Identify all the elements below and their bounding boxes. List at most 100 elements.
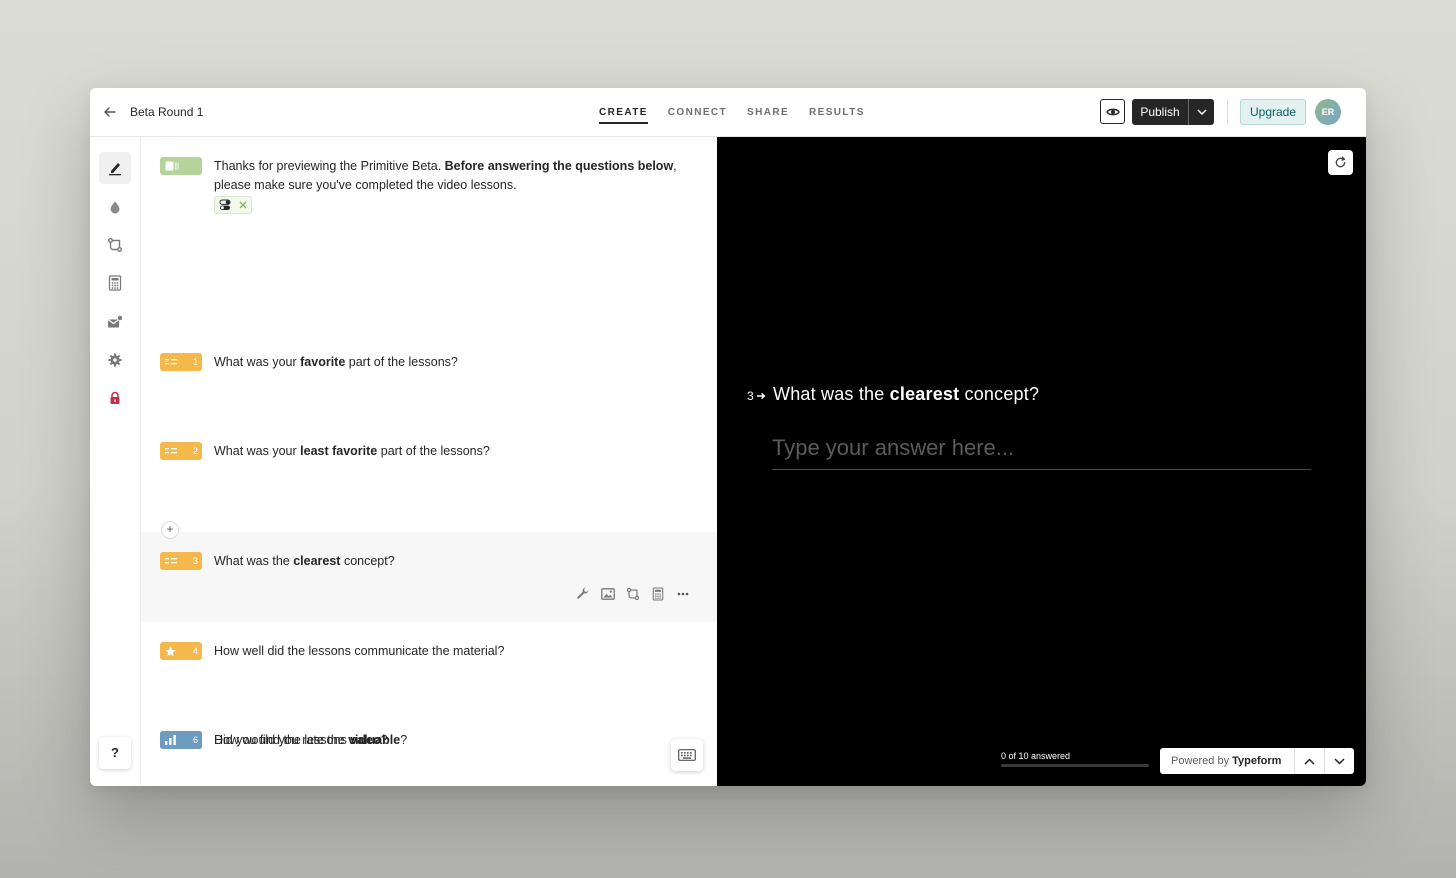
refresh-icon bbox=[1335, 156, 1346, 168]
question-3-number: 3 bbox=[192, 556, 198, 566]
rating-bars-icon bbox=[165, 735, 176, 745]
welcome-text-bold: Before answering the questions below bbox=[444, 159, 674, 173]
tab-connect-label: CONNECT bbox=[667, 107, 728, 118]
welcome-text-pre: Thanks for previewing the Primitive Beta… bbox=[214, 159, 445, 173]
header-divider bbox=[1227, 99, 1228, 125]
question-3-text-pre: What was the bbox=[214, 554, 294, 568]
close-icon[interactable] bbox=[239, 201, 247, 209]
avatar[interactable]: ER bbox=[1315, 99, 1341, 125]
pen-icon bbox=[109, 163, 121, 176]
main-tabs: CREATE CONNECT SHARE RESULTS bbox=[599, 88, 885, 137]
keyboard-shortcuts-button[interactable] bbox=[671, 739, 703, 771]
lock-icon bbox=[110, 391, 120, 404]
sidebar-item-settings[interactable] bbox=[99, 344, 131, 376]
gear-icon bbox=[108, 353, 122, 367]
previous-question-button[interactable] bbox=[1294, 748, 1324, 774]
next-question-button[interactable] bbox=[1324, 748, 1354, 774]
publish-options-button[interactable] bbox=[1189, 109, 1214, 115]
preview-question-number-value: 3 bbox=[747, 389, 754, 403]
short-text-icon bbox=[165, 359, 177, 365]
question-6-badge: 6 bbox=[160, 731, 202, 749]
powered-by-bar: Powered by Typeform bbox=[1160, 748, 1354, 774]
logic-icon bbox=[108, 238, 122, 252]
preview-question-number: 3 bbox=[747, 389, 766, 403]
drop-icon bbox=[110, 201, 120, 214]
question-4-badge: 4 bbox=[160, 642, 202, 660]
question-3[interactable]: 3 What was the clearest concept? bbox=[141, 532, 717, 622]
question-1-text: What was your favorite part of the lesso… bbox=[214, 353, 704, 372]
question-6-number: 6 bbox=[192, 735, 198, 745]
question-2-text-pre: What was your bbox=[214, 444, 301, 458]
chevron-down-icon bbox=[1334, 757, 1345, 765]
short-text-icon bbox=[165, 448, 177, 454]
welcome-screen-icon bbox=[165, 161, 179, 171]
tab-share[interactable]: SHARE bbox=[747, 88, 789, 137]
preview-question-pre: What was the bbox=[773, 384, 890, 404]
welcome-text: Thanks for previewing the Primitive Beta… bbox=[214, 157, 704, 195]
question-6-text-post: ? bbox=[380, 733, 388, 747]
question-2-badge: 2 bbox=[160, 442, 202, 460]
question-3-text-bold: clearest bbox=[293, 554, 341, 568]
question-welcome[interactable]: Thanks for previewing the Primitive Beta… bbox=[141, 137, 717, 257]
powered-by-link[interactable]: Powered by Typeform bbox=[1160, 755, 1294, 767]
question-3-text-post: concept? bbox=[340, 554, 395, 568]
star-icon bbox=[165, 646, 176, 656]
question-4[interactable]: 4 How well did the lessons communicate t… bbox=[141, 642, 717, 711]
question-6-row[interactable]: 6 How would you rate the video? bbox=[141, 720, 717, 750]
question-1[interactable]: 1 What was your favorite part of the les… bbox=[141, 353, 717, 422]
preview-question-text: What was the clearest concept? bbox=[773, 384, 1039, 405]
question-1-badge: 1 bbox=[160, 353, 202, 371]
sidebar-item-logic[interactable] bbox=[99, 229, 131, 261]
question-2-text-post: part of the lessons? bbox=[377, 444, 490, 458]
question-6-text: How would you rate the video? bbox=[214, 731, 704, 750]
chevron-down-icon bbox=[1196, 109, 1207, 115]
question-2[interactable]: 2 What was your least favorite part of t… bbox=[141, 442, 717, 511]
question-2-text: What was your least favorite part of the… bbox=[214, 442, 704, 461]
question-calculator-button[interactable] bbox=[650, 586, 666, 602]
answer-input[interactable] bbox=[772, 432, 1311, 470]
question-more-button[interactable] bbox=[675, 586, 691, 602]
preview-question-bold: clearest bbox=[889, 384, 960, 404]
question-2-text-bold: least favorite bbox=[300, 444, 378, 458]
sidebar-item-notifications[interactable] bbox=[99, 306, 131, 338]
powered-by-text: Powered by bbox=[1171, 755, 1233, 767]
wrench-icon bbox=[577, 587, 589, 599]
preview-button[interactable] bbox=[1100, 99, 1125, 124]
question-3-badge: 3 bbox=[160, 552, 202, 570]
sidebar-item-access[interactable] bbox=[99, 382, 131, 414]
form-preview: 3 What was the clearest concept? 0 of 10… bbox=[717, 137, 1366, 786]
help-button[interactable]: ? bbox=[99, 737, 131, 769]
mail-icon bbox=[107, 315, 123, 328]
question-logic-button[interactable] bbox=[625, 586, 641, 602]
calculator-icon bbox=[652, 587, 664, 601]
publish-button[interactable]: Publish bbox=[1132, 99, 1214, 125]
question-4-text-pre: How well did the lessons communicate the… bbox=[214, 644, 505, 658]
sidebar-item-calculator[interactable] bbox=[99, 267, 131, 299]
tab-create-label: CREATE bbox=[599, 107, 648, 124]
add-question-button[interactable]: + bbox=[161, 521, 179, 539]
tab-results-label: RESULTS bbox=[809, 107, 865, 118]
tab-results[interactable]: RESULTS bbox=[809, 88, 865, 137]
tab-create[interactable]: CREATE bbox=[599, 88, 648, 137]
arrow-right-icon bbox=[756, 392, 766, 400]
keyboard-icon bbox=[678, 749, 696, 761]
welcome-attachment-chip[interactable] bbox=[214, 196, 252, 214]
question-settings-button[interactable] bbox=[575, 586, 591, 602]
back-arrow-icon[interactable] bbox=[100, 102, 120, 122]
question-6-text-bold: video bbox=[348, 733, 381, 747]
sidebar-item-build[interactable] bbox=[99, 152, 131, 184]
powered-by-brand: Typeform bbox=[1232, 755, 1282, 767]
question-1-text-pre: What was your bbox=[214, 355, 301, 369]
sidebar-item-design[interactable] bbox=[99, 191, 131, 223]
question-3-toolbar bbox=[575, 586, 691, 602]
left-sidebar: ? bbox=[90, 137, 141, 786]
question-image-button[interactable] bbox=[600, 586, 616, 602]
question-list: Thanks for previewing the Primitive Beta… bbox=[141, 137, 717, 786]
tab-connect[interactable]: CONNECT bbox=[668, 88, 727, 137]
refresh-preview-button[interactable] bbox=[1328, 150, 1353, 175]
upgrade-button[interactable]: Upgrade bbox=[1240, 99, 1306, 125]
publish-label: Publish bbox=[1140, 105, 1180, 119]
toggle-icon bbox=[219, 199, 231, 210]
more-horizontal-icon bbox=[677, 592, 689, 596]
top-bar: Beta Round 1 CREATE CONNECT SHARE RESULT… bbox=[90, 88, 1366, 137]
